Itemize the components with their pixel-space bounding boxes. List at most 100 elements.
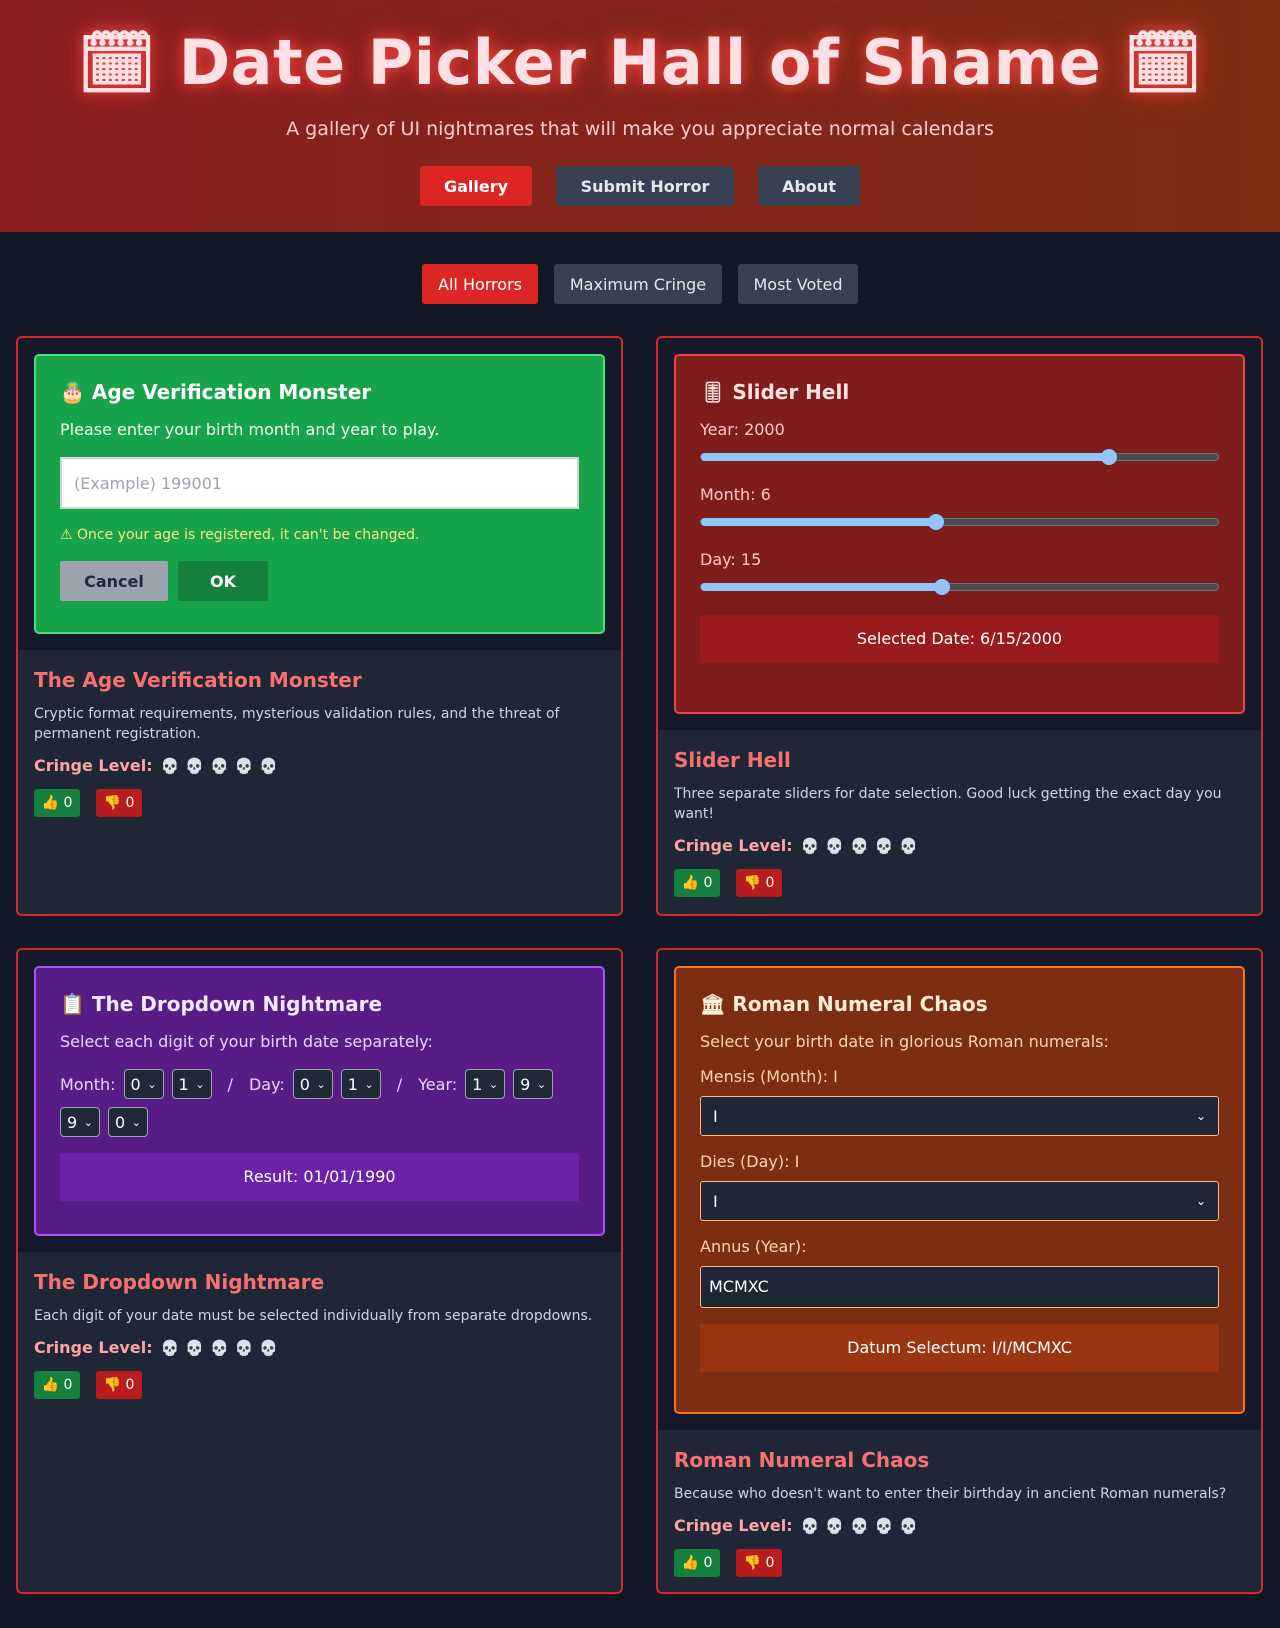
slider-hell-demo: 🎚 Slider Hell Year: 2000 Month: 6 Day: 1…: [674, 354, 1245, 714]
slider-fill: [701, 583, 943, 591]
card-dropdown-nightmare: 📋 The Dropdown Nightmare Select each dig…: [16, 948, 623, 1594]
roman-day-select[interactable]: I ⌄: [700, 1181, 1219, 1221]
skull-icon: 💀: [209, 757, 229, 775]
slider-fill: [701, 518, 937, 526]
skull-icon: 💀: [185, 757, 204, 775]
skull-icon: 💀: [825, 837, 844, 855]
skull-icon: 💀: [849, 837, 869, 855]
digit-value: 1: [472, 1074, 483, 1094]
upvote-button[interactable]: 👍 0: [34, 1371, 80, 1399]
year-digit-2-select[interactable]: 9 ⌄: [513, 1069, 554, 1099]
selected-date-display: Selected Date: 6/15/2000: [700, 615, 1219, 663]
downvote-button[interactable]: 👎 0: [96, 1371, 142, 1399]
cringe-level: Cringe Level: 💀 💀 💀 💀 💀: [34, 1338, 605, 1357]
cringe-stars: 💀 💀 💀 💀 💀: [161, 756, 284, 775]
demo-title: 🎚 Slider Hell: [700, 380, 850, 404]
day-digit-1-select[interactable]: 0 ⌄: [292, 1069, 333, 1099]
downvote-button[interactable]: 👎 0: [96, 789, 142, 817]
page-subtitle: A gallery of UI nightmares that will mak…: [286, 118, 994, 140]
demo-instructions: Please enter your birth month and year t…: [60, 420, 440, 439]
day-slider[interactable]: [700, 579, 1219, 595]
year-digit-4-select[interactable]: 0 ⌄: [108, 1107, 148, 1137]
card-title: Roman Numeral Chaos: [674, 1448, 930, 1472]
skull-icon: 💀: [800, 1517, 820, 1535]
filter-all-horrors[interactable]: All Horrors: [422, 264, 538, 304]
card-roman-numeral-chaos: 🏛 Roman Numeral Chaos Select your birth …: [656, 948, 1263, 1594]
year-slider-label: Year: 2000: [700, 420, 785, 439]
card-info: Roman Numeral Chaos Because who doesn't …: [658, 1430, 1261, 1591]
demo-stage: 🏛 Roman Numeral Chaos Select your birth …: [658, 950, 1261, 1430]
roman-month-select[interactable]: I ⌄: [700, 1096, 1219, 1136]
roman-numeral-demo: 🏛 Roman Numeral Chaos Select your birth …: [674, 966, 1245, 1414]
downvote-button[interactable]: 👎 0: [736, 869, 782, 897]
demo-stage: 🎂 Age Verification Monster Please enter …: [18, 338, 621, 650]
chevron-down-icon: ⌄: [131, 1115, 141, 1129]
filter-bar: All Horrors Maximum Cringe Most Voted: [0, 264, 1280, 304]
cringe-level: Cringe Level: 💀 💀 💀 💀 💀: [674, 836, 1245, 855]
cancel-button[interactable]: Cancel: [60, 561, 168, 601]
dropdown-nightmare-demo: 📋 The Dropdown Nightmare Select each dig…: [34, 966, 605, 1236]
slider-thumb[interactable]: [1101, 449, 1118, 465]
skull-icon: 💀: [825, 1517, 844, 1535]
dropdown-result: Result: 01/01/1990: [60, 1153, 579, 1201]
cringe-stars: 💀 💀 💀 💀 💀: [801, 836, 924, 855]
month-slider-label: Month: 6: [700, 485, 771, 504]
slider-thumb[interactable]: [934, 579, 951, 595]
card-description: Because who doesn't want to enter their …: [674, 1486, 1227, 1502]
chevron-down-icon: ⌄: [195, 1077, 205, 1091]
vote-buttons: 👍 0 👎 0: [674, 869, 1245, 897]
card-description: Three separate sliders for date selectio…: [674, 786, 1222, 822]
date-separator: /: [227, 1074, 233, 1094]
day-label: Day:: [248, 1074, 285, 1094]
chevron-down-icon: ⌄: [536, 1077, 547, 1091]
card-info: The Dropdown Nightmare Each digit of you…: [18, 1252, 621, 1413]
skull-icon: 💀: [234, 757, 254, 775]
skull-icon: 💀: [259, 757, 279, 775]
day-digit-2-select[interactable]: 1 ⌄: [340, 1069, 381, 1099]
upvote-button[interactable]: 👍 0: [674, 1549, 720, 1577]
chevron-down-icon: ⌄: [83, 1115, 93, 1129]
year-slider[interactable]: [700, 449, 1219, 465]
skull-icon: 💀: [899, 837, 919, 855]
nav-about-button[interactable]: About: [758, 166, 860, 206]
demo-title: 🏛 Roman Numeral Chaos: [700, 992, 988, 1016]
roman-year-input[interactable]: MCMXC: [700, 1266, 1219, 1308]
nav-gallery-button[interactable]: Gallery: [420, 166, 532, 206]
age-buttons: Cancel OK: [60, 561, 579, 601]
month-label: Mensis (Month): I: [700, 1067, 838, 1086]
select-value: I: [713, 1106, 718, 1126]
month-digit-1-select[interactable]: 0 ⌄: [123, 1069, 164, 1099]
year-label: Annus (Year):: [700, 1237, 807, 1256]
skull-icon: 💀: [800, 837, 820, 855]
filter-most-voted[interactable]: Most Voted: [738, 264, 858, 304]
demo-instructions: Select each digit of your birth date sep…: [60, 1032, 433, 1051]
upvote-button[interactable]: 👍 0: [674, 869, 720, 897]
downvote-button[interactable]: 👎 0: [736, 1549, 782, 1577]
month-slider[interactable]: [700, 514, 1219, 530]
day-slider-label: Day: 15: [700, 550, 762, 569]
year-digit-3-select[interactable]: 9 ⌄: [60, 1107, 100, 1137]
demo-title: 📋 The Dropdown Nightmare: [60, 992, 383, 1016]
month-label: Month:: [60, 1074, 116, 1094]
chevron-down-icon: ⌄: [488, 1077, 499, 1091]
ok-button[interactable]: OK: [178, 561, 268, 601]
skull-icon: 💀: [259, 1339, 279, 1357]
birth-month-year-input[interactable]: [60, 457, 579, 509]
year-digit-1-select[interactable]: 1 ⌄: [465, 1069, 506, 1099]
digit-value: 1: [178, 1074, 189, 1094]
filter-maximum-cringe[interactable]: Maximum Cringe: [554, 264, 722, 304]
select-value: I: [713, 1191, 718, 1211]
upvote-button[interactable]: 👍 0: [34, 789, 80, 817]
digit-value: 0: [130, 1074, 141, 1094]
month-digit-2-select[interactable]: 1 ⌄: [171, 1069, 212, 1099]
demo-title: 🎂 Age Verification Monster: [60, 380, 372, 404]
chevron-down-icon: ⌄: [1195, 1194, 1206, 1208]
age-warning: ⚠ Once your age is registered, it can't …: [60, 527, 420, 543]
nav-submit-horror-button[interactable]: Submit Horror: [556, 166, 734, 206]
digit-value: 1: [347, 1074, 358, 1094]
skull-icon: 💀: [874, 1517, 894, 1535]
card-info: The Age Verification Monster Cryptic for…: [18, 650, 621, 831]
slider-thumb[interactable]: [928, 514, 945, 530]
skull-icon: 💀: [849, 1517, 869, 1535]
demo-stage: 📋 The Dropdown Nightmare Select each dig…: [18, 950, 621, 1252]
